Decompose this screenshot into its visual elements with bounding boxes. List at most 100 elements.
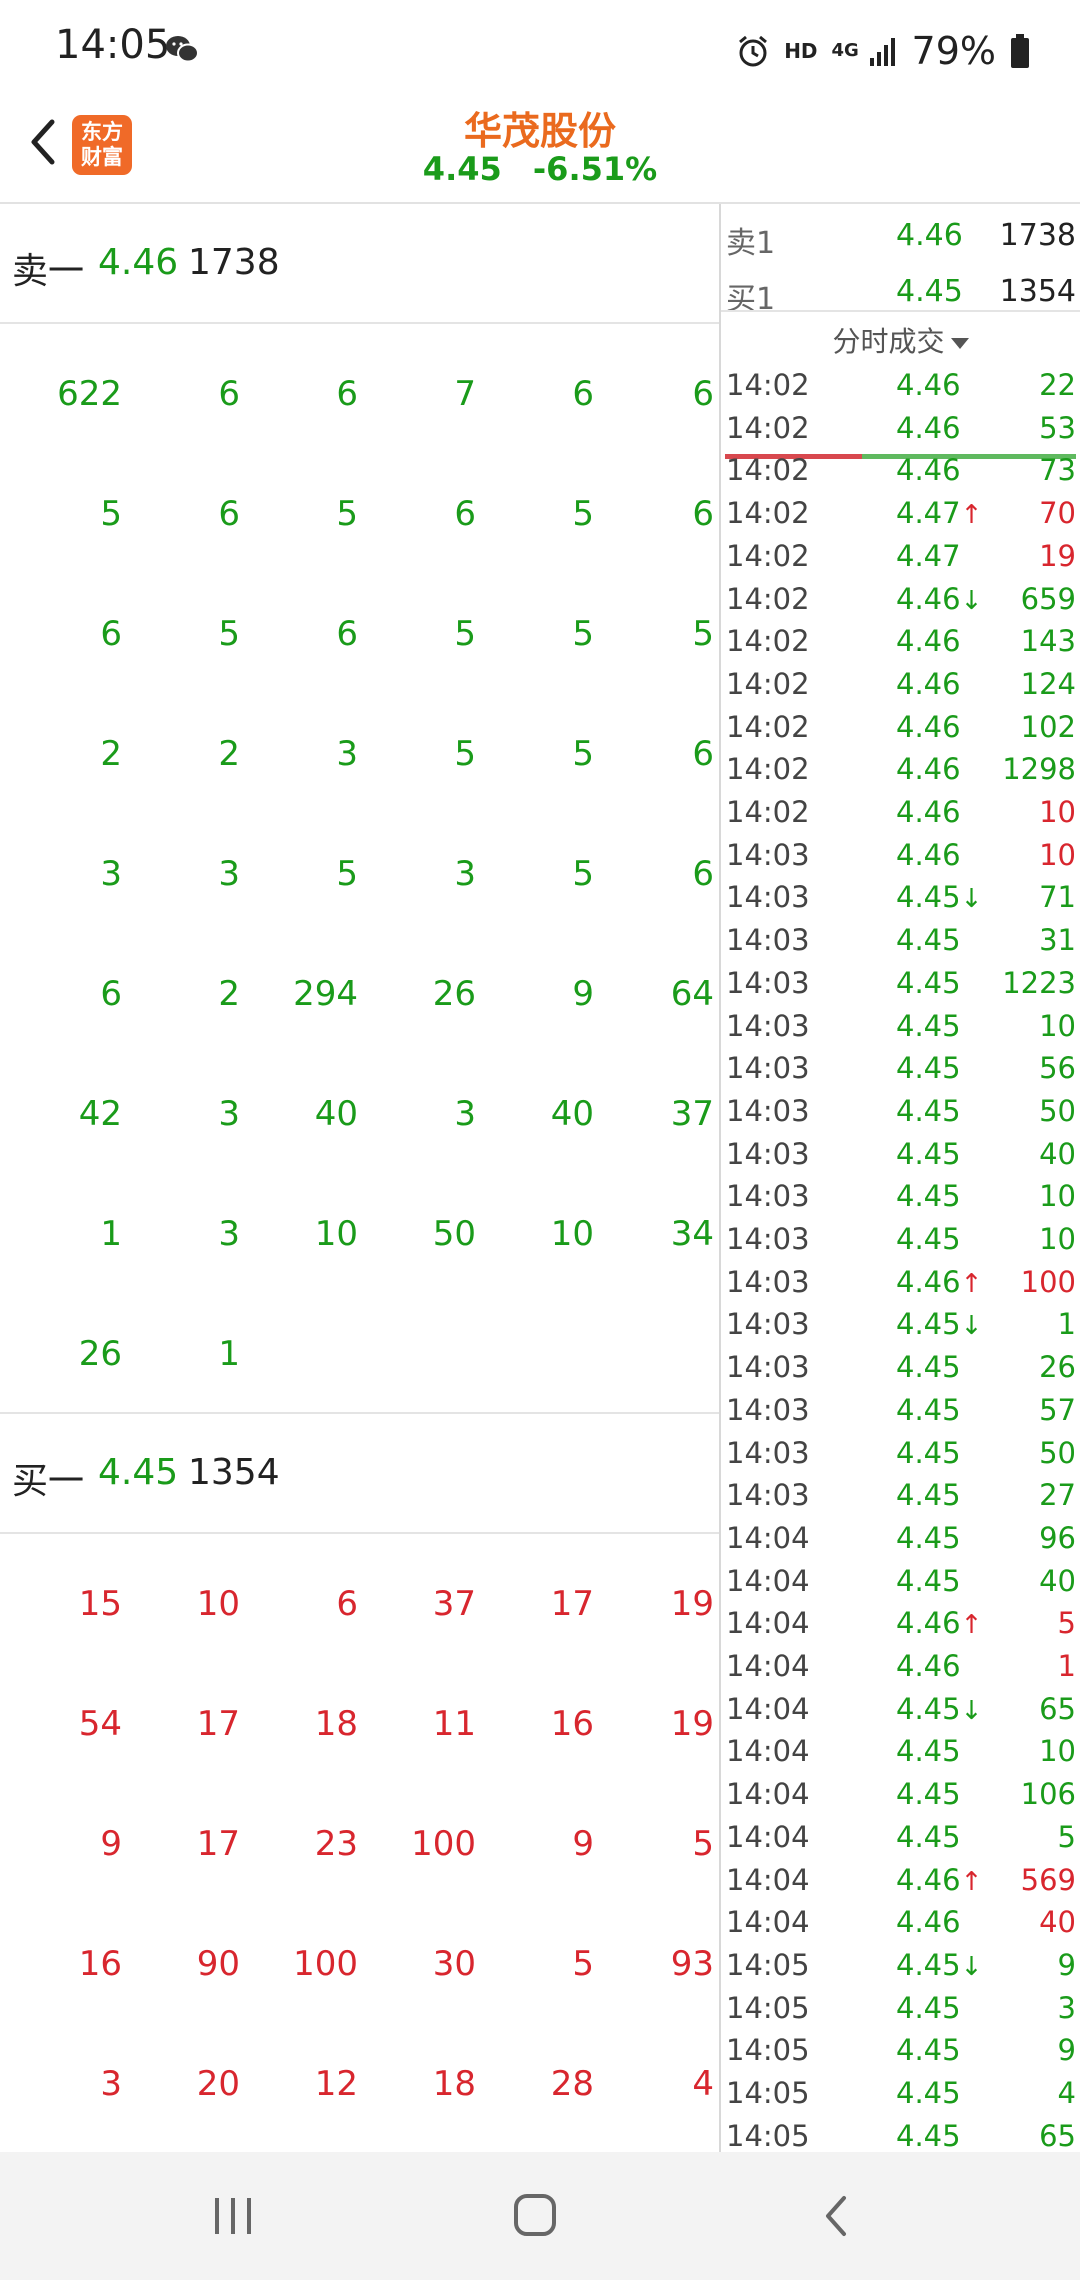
queue-cell: 37 xyxy=(670,1094,714,1134)
tick-row: 14:04 4.46 40 xyxy=(721,1901,1080,1943)
tick-price: 4.45 xyxy=(896,1137,961,1171)
tick-price-value: 4.46 xyxy=(896,410,961,445)
tick-price-value: 4.45 xyxy=(896,1179,961,1214)
tick-time: 14:02 xyxy=(726,709,810,744)
arrow-up-icon: ↑ xyxy=(960,1866,983,1897)
tick-time: 14:05 xyxy=(726,1990,810,2025)
tick-price: 4.45 xyxy=(896,1734,961,1768)
tick-time: 14:04 xyxy=(726,1606,810,1641)
tick-price-value: 4.46 xyxy=(896,368,961,402)
queue-cell: 11 xyxy=(432,1704,476,1744)
tick-price-value: 4.46 xyxy=(896,837,961,872)
hd-indicator: HD xyxy=(784,39,818,63)
tick-time: 14:04 xyxy=(726,1520,810,1555)
queue-row: 26 1 xyxy=(0,1294,719,1414)
queue-cell: 15 xyxy=(78,1584,122,1624)
queue-row: 2 2 3 5 5 6 xyxy=(0,694,719,814)
tick-row: 14:03 4.45↓ 1 xyxy=(721,1303,1080,1345)
tick-price-value: 4.46 xyxy=(896,453,961,488)
tick-volume: 10 xyxy=(1039,1179,1076,1214)
queue-cell: 3 xyxy=(100,854,122,894)
tick-volume: 27 xyxy=(1039,1478,1076,1513)
queue-cell: 23 xyxy=(314,1824,358,1864)
tick-time: 14:03 xyxy=(726,837,810,872)
sell-one-row: 卖一 4.46 1738 xyxy=(0,204,719,322)
tick-volume: 73 xyxy=(1039,453,1076,488)
home-icon[interactable] xyxy=(512,2192,558,2238)
tick-volume: 1 xyxy=(1057,1307,1076,1342)
tick-time: 14:03 xyxy=(726,1435,810,1470)
tick-volume: 3 xyxy=(1057,1990,1076,2025)
tick-price-value: 4.46 xyxy=(896,709,961,744)
queue-cell: 28 xyxy=(550,2064,594,2104)
ticks-dropdown[interactable]: 分时成交 xyxy=(721,320,1080,360)
tick-price-value: 4.45 xyxy=(896,2076,961,2110)
tick-volume: 96 xyxy=(1039,1520,1076,1555)
tick-volume: 106 xyxy=(1020,1777,1076,1812)
tick-row: 14:05 4.45 9 xyxy=(721,2029,1080,2071)
tick-row: 14:02 4.46 102 xyxy=(721,706,1080,748)
tick-time: 14:05 xyxy=(726,2076,810,2110)
tick-row: 14:03 4.45 27 xyxy=(721,1474,1080,1516)
arrow-down-icon: ↓ xyxy=(960,1951,983,1982)
tick-time: 14:02 xyxy=(726,581,810,616)
tick-row: 14:02 4.46 73 xyxy=(721,449,1080,491)
tick-price-value: 4.45 xyxy=(896,1392,961,1427)
tick-price-value: 4.45 xyxy=(896,1947,961,1982)
tick-price-value: 4.46 xyxy=(896,1862,961,1897)
tick-price-value: 4.46 xyxy=(896,1905,961,1940)
tick-time: 14:04 xyxy=(726,1563,810,1598)
queue-row: 16 90 100 30 5 93 xyxy=(0,1904,719,2024)
queue-cell: 5 xyxy=(336,494,358,534)
tick-volume: 26 xyxy=(1039,1350,1076,1385)
tick-time: 14:03 xyxy=(726,1093,810,1128)
queue-cell: 42 xyxy=(78,1094,122,1134)
tick-time: 14:05 xyxy=(726,2033,810,2068)
signal-icon xyxy=(869,38,895,66)
tick-row: 14:04 4.46 1 xyxy=(721,1645,1080,1687)
tick-volume: 569 xyxy=(1020,1862,1076,1897)
divider xyxy=(0,1532,719,1534)
tick-time: 14:04 xyxy=(726,1819,810,1854)
queue-cell: 16 xyxy=(550,1704,594,1744)
queue-cell: 26 xyxy=(78,1334,122,1374)
tick-price-value: 4.46 xyxy=(896,666,961,701)
status-bar: 14:05 HD 4G 79% xyxy=(0,0,1080,100)
tick-price-value: 4.46 xyxy=(896,795,961,829)
tick-panel[interactable]: 卖1 4.46 1738 买1 4.45 1354 分时成交 14:02 4.46… xyxy=(721,204,1080,2152)
arrow-up-icon: ↑ xyxy=(960,500,983,531)
quote-sell1-price: 4.46 xyxy=(896,218,963,253)
queue-cell: 5 xyxy=(572,494,594,534)
tick-volume: 1223 xyxy=(1002,965,1076,1000)
tick-price-value: 4.46 xyxy=(896,1264,961,1299)
queue-row: 6 5 6 5 5 5 xyxy=(0,574,719,694)
tick-row: 14:04 4.45 40 xyxy=(721,1560,1080,1602)
tick-price: 4.45 xyxy=(896,1051,961,1085)
back-icon[interactable] xyxy=(818,2192,854,2240)
tick-price: 4.46 xyxy=(896,624,961,658)
tick-time: 14:03 xyxy=(726,1478,810,1513)
tick-volume: 659 xyxy=(1020,581,1076,616)
tick-volume: 102 xyxy=(1020,709,1076,744)
tick-time: 14:02 xyxy=(726,752,810,787)
tick-row: 14:03 4.45 31 xyxy=(721,919,1080,961)
tick-price-value: 4.45 xyxy=(896,2118,961,2152)
tick-row: 14:04 4.46↑ 5 xyxy=(721,1602,1080,1644)
tick-price-value: 4.45 xyxy=(896,1307,961,1342)
recent-apps-icon[interactable] xyxy=(212,2196,254,2236)
queue-cell: 64 xyxy=(670,974,714,1014)
tick-price-value: 4.45 xyxy=(896,1350,961,1385)
tick-row: 14:03 4.45↓ 71 xyxy=(721,876,1080,918)
queue-cell: 18 xyxy=(314,1704,358,1744)
tick-volume: 10 xyxy=(1039,1222,1076,1256)
arrow-down-icon: ↓ xyxy=(960,1311,983,1342)
header: 东方 财富 华茂股份 4.45 -6.51% xyxy=(0,100,1080,202)
tick-price-value: 4.47 xyxy=(896,538,961,573)
tick-price-value: 4.45 xyxy=(896,1093,961,1128)
tick-price: 4.45 xyxy=(896,2119,961,2152)
tick-price: 4.46 xyxy=(896,752,961,786)
tick-price-value: 4.45 xyxy=(896,1691,961,1726)
queue-cell: 50 xyxy=(432,1214,476,1254)
order-queue-panel[interactable]: 卖一 4.46 1738 622 6 6 7 6 6 5 6 5 6 5 6 6 5 6 5 5 5 2 2 3 5 5 6 3… xyxy=(0,204,719,2152)
queue-cell: 17 xyxy=(550,1584,594,1624)
